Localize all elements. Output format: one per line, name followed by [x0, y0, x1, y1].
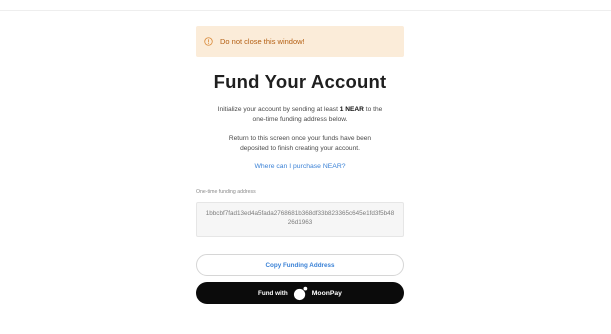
fund-with-label: Fund with: [258, 289, 288, 297]
info-circle-icon: [204, 37, 213, 46]
moonpay-logo-icon: [293, 286, 307, 300]
copy-address-label: Copy Funding Address: [265, 261, 335, 269]
warning-banner: Do not close this window!: [196, 26, 404, 57]
minimum-amount: 1 NEAR: [339, 106, 364, 113]
fund-account-panel: Do not close this window! Fund Your Acco…: [196, 26, 404, 304]
funding-instructions: Initialize your account by sending at le…: [213, 105, 388, 125]
warning-text: Do not close this window!: [220, 37, 305, 46]
moonpay-label: MoonPay: [311, 289, 342, 297]
purchase-near-link[interactable]: Where can I purchase NEAR?: [196, 163, 404, 170]
return-note: Return to this screen once your funds ha…: [228, 135, 372, 152]
funding-address-field[interactable]: 1bbcbf7fad13ed4a5fada2768681b368df33b823…: [196, 202, 404, 237]
fund-with-moonpay-button[interactable]: Fund with MoonPay: [196, 282, 404, 304]
instructions-lead: Initialize your account by sending at le…: [217, 106, 340, 113]
funding-address-label: One-time funding address: [196, 189, 256, 195]
header-divider: [0, 10, 611, 11]
page-title: Fund Your Account: [213, 71, 387, 92]
copy-address-button[interactable]: Copy Funding Address: [196, 254, 404, 276]
